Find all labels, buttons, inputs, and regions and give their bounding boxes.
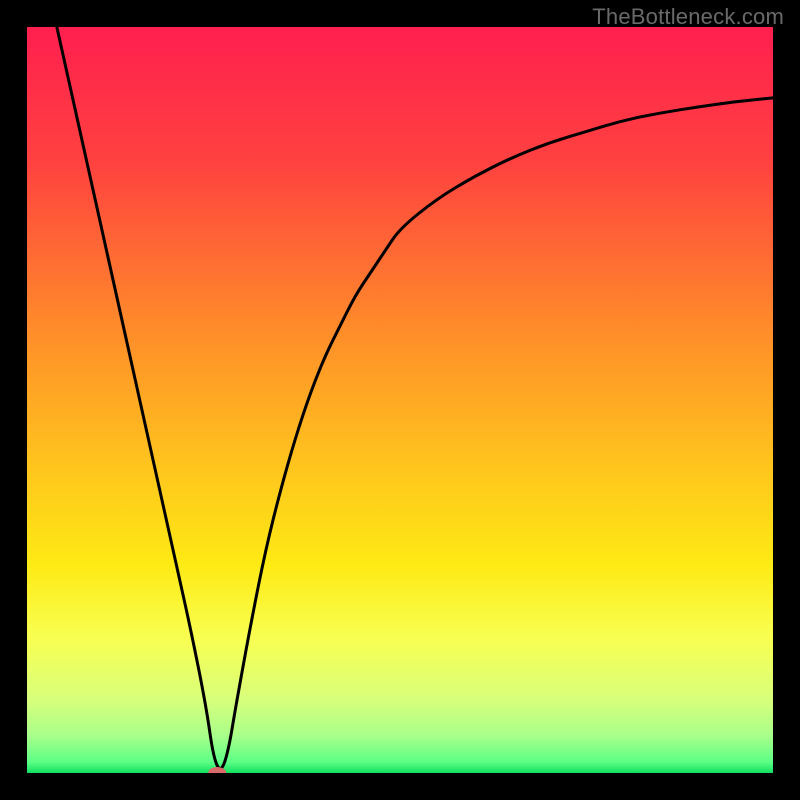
- chart-frame: TheBottleneck.com: [0, 0, 800, 800]
- plot-area: [27, 27, 773, 773]
- bottleneck-curve-chart: [27, 27, 773, 773]
